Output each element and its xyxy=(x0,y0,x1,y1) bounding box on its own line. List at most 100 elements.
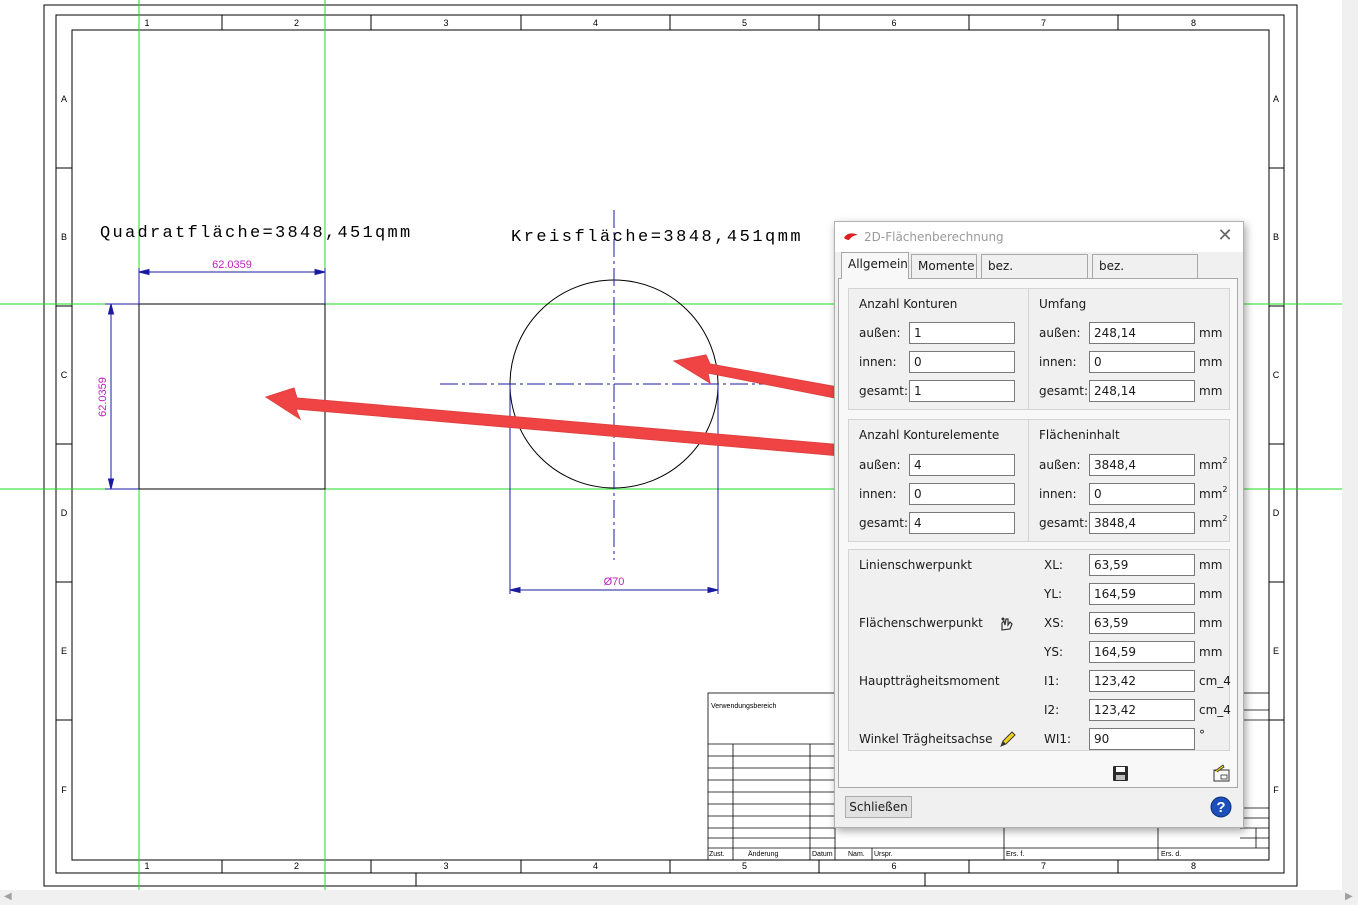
xs-field[interactable]: 63,59 xyxy=(1089,612,1195,634)
horizontal-scrollbar[interactable]: ◀ ▶ xyxy=(0,890,1358,905)
tb-datum: Datum xyxy=(812,851,833,858)
elemente-innen-field[interactable]: 0 xyxy=(909,483,1015,505)
unit-flaeche-innen: mm2 xyxy=(1199,485,1228,501)
group-schwerpunkt-traegheit: Linienschwerpunkt XL: 63,59 mm YL: 164,5… xyxy=(848,549,1231,751)
tab-bez-koordinaten[interactable]: bez. Koordinaten xyxy=(1092,254,1198,295)
area-calculation-dialog: 2D-Flächenberechnung ✕ Allgemein Momente… xyxy=(834,221,1244,828)
flaeche-innen-field[interactable]: 0 xyxy=(1089,483,1195,505)
konturen-aussen-field[interactable]: 1 xyxy=(909,322,1015,344)
label-elemente-innen: innen: xyxy=(859,487,897,501)
unit-umfang-gesamt: mm xyxy=(1199,384,1223,398)
column-number-top: 4 xyxy=(593,18,598,28)
row-letter-left: F xyxy=(61,785,67,795)
close-button[interactable]: Schließen xyxy=(845,796,912,818)
tb-ers-f: Ers. f. xyxy=(1006,851,1024,858)
close-icon[interactable]: ✕ xyxy=(1215,226,1235,246)
row-letter-left: D xyxy=(61,508,68,518)
unit-flaeche-gesamt-base: mm xyxy=(1199,516,1223,530)
column-number-top: 1 xyxy=(144,18,149,28)
i1-field[interactable]: 123,42 xyxy=(1089,670,1195,692)
tab-bez-schwerpunkt[interactable]: bez. Schwerpunkt xyxy=(981,254,1088,295)
unit-flaeche-aussen-exp: 2 xyxy=(1222,456,1228,465)
group-title-anzahl-konturen: Anzahl Konturen xyxy=(859,297,958,311)
elemente-gesamt-field[interactable]: 4 xyxy=(909,512,1015,534)
row-letter-right: B xyxy=(1273,232,1279,242)
umfang-gesamt-field[interactable]: 248,14 xyxy=(1089,380,1195,402)
konturen-innen-field[interactable]: 0 xyxy=(909,351,1015,373)
elemente-aussen-field[interactable]: 4 xyxy=(909,454,1015,476)
column-number-top: 6 xyxy=(891,18,896,28)
column-number-bottom: 1 xyxy=(144,861,149,871)
wi1-field[interactable]: 90 xyxy=(1089,728,1195,750)
unit-flaeche-aussen: mm2 xyxy=(1199,456,1228,472)
unit-flaeche-innen-exp: 2 xyxy=(1222,485,1228,494)
unit-yl: mm xyxy=(1199,587,1223,601)
unit-flaeche-aussen-base: mm xyxy=(1199,458,1223,472)
row-letter-left: B xyxy=(61,232,67,242)
group-flaecheninhalt: Flächeninhalt außen: 3848,4 mm2 innen: 0… xyxy=(1028,419,1230,542)
group-title-umfang: Umfang xyxy=(1039,297,1087,311)
unit-flaeche-gesamt-exp: 2 xyxy=(1222,514,1228,523)
tab-allgemein[interactable]: Allgemein xyxy=(841,252,909,279)
column-number-top: 8 xyxy=(1191,18,1196,28)
label-umfang-aussen: außen: xyxy=(1039,326,1081,340)
column-number-bottom: 7 xyxy=(1041,861,1046,871)
tb-urspr: Urspr. xyxy=(874,851,893,858)
dim-square-vertical: 62.0359 xyxy=(97,377,109,417)
dim-square-horizontal: 62.0359 xyxy=(212,259,252,271)
column-number-top: 3 xyxy=(443,18,448,28)
unit-i2: cm_4 xyxy=(1199,703,1231,717)
xl-field[interactable]: 63,59 xyxy=(1089,554,1195,576)
umfang-aussen-field[interactable]: 248,14 xyxy=(1089,322,1195,344)
unit-umfang-innen: mm xyxy=(1199,355,1223,369)
unit-wi1: ° xyxy=(1199,728,1205,742)
svg-text:?: ? xyxy=(1216,799,1225,816)
label-i2: I2: xyxy=(1044,703,1060,717)
flaeche-gesamt-field[interactable]: 3848,4 xyxy=(1089,512,1195,534)
label-konturen-aussen: außen: xyxy=(859,326,901,340)
tb-aenderung: Änderung xyxy=(748,850,778,858)
column-number-bottom: 2 xyxy=(294,861,299,871)
dialog-titlebar[interactable]: 2D-Flächenberechnung ✕ xyxy=(835,222,1243,252)
export-icon[interactable] xyxy=(1211,764,1231,782)
umfang-innen-field[interactable]: 0 xyxy=(1089,351,1195,373)
label-umfang-innen: innen: xyxy=(1039,355,1077,369)
tab-momente[interactable]: Momente xyxy=(911,254,977,278)
dialog-title: 2D-Flächenberechnung xyxy=(864,230,1004,244)
column-number-bottom: 6 xyxy=(891,861,896,871)
pencil-icon[interactable] xyxy=(999,730,1017,748)
row-letter-right: D xyxy=(1273,508,1280,518)
label-flaeche-innen: innen: xyxy=(1039,487,1077,501)
row-letter-left: C xyxy=(61,370,68,380)
label-elemente-aussen: außen: xyxy=(859,458,901,472)
group-anzahl-konturelemente: Anzahl Konturelemente außen: 4 innen: 0 … xyxy=(848,419,1029,542)
label-wi1: WI1: xyxy=(1044,732,1072,746)
tb-zust: Zust. xyxy=(709,851,725,858)
scroll-right-icon[interactable]: ▶ xyxy=(1345,891,1353,902)
unit-ys: mm xyxy=(1199,645,1223,659)
label-circle-area: Kreisfläche=3848,451qmm xyxy=(511,228,803,247)
square-dimensions xyxy=(105,268,326,490)
square-contour[interactable] xyxy=(138,303,326,490)
save-icon[interactable] xyxy=(1112,765,1129,782)
column-number-top: 2 xyxy=(294,18,299,28)
column-number-bottom: 4 xyxy=(593,861,598,871)
i2-field[interactable]: 123,42 xyxy=(1089,699,1195,721)
konturen-gesamt-field[interactable]: 1 xyxy=(909,380,1015,402)
label-ys: YS: xyxy=(1044,645,1063,659)
yl-field[interactable]: 164,59 xyxy=(1089,583,1195,605)
app-logo-icon xyxy=(844,233,858,240)
flaeche-aussen-field[interactable]: 3848,4 xyxy=(1089,454,1195,476)
column-number-bottom: 8 xyxy=(1191,861,1196,871)
circle-centerlines xyxy=(440,210,790,560)
unit-xs: mm xyxy=(1199,616,1223,630)
pick-point-icon[interactable] xyxy=(999,616,1015,632)
column-number-bottom: 5 xyxy=(742,861,747,871)
scroll-left-icon[interactable]: ◀ xyxy=(4,891,12,902)
vertical-scrollbar[interactable] xyxy=(1342,0,1358,890)
unit-umfang-aussen: mm xyxy=(1199,326,1223,340)
tb-name: Nam. xyxy=(848,851,865,858)
dim-circle-diameter: Ø70 xyxy=(604,576,625,588)
help-icon[interactable]: ? xyxy=(1210,796,1232,818)
ys-field[interactable]: 164,59 xyxy=(1089,641,1195,663)
